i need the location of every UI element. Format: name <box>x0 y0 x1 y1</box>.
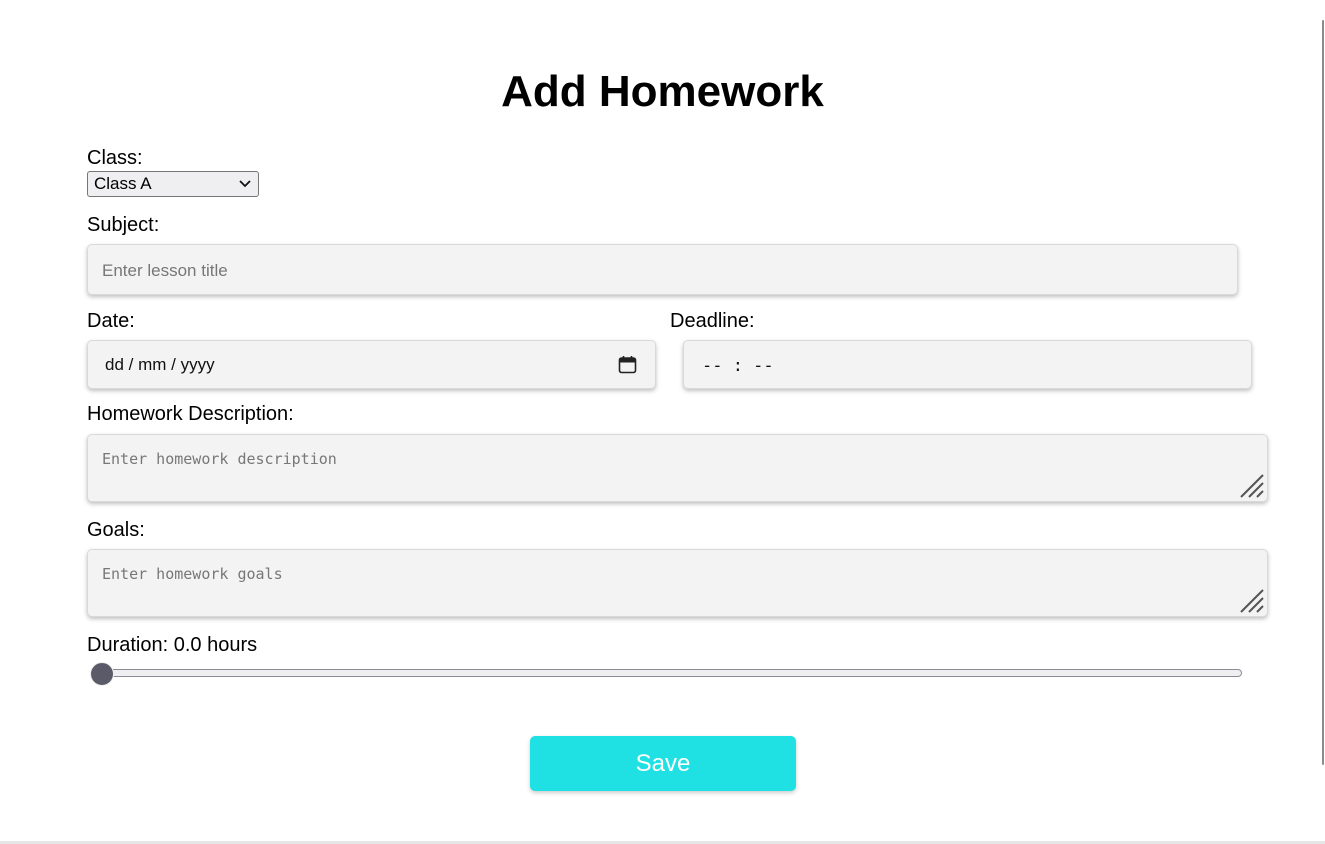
resize-handle-icon[interactable] <box>1236 470 1264 498</box>
description-label: Homework Description: <box>87 403 294 425</box>
add-homework-page: Add Homework Class: Class A Subject: Ent… <box>0 0 1325 844</box>
vertical-scrollbar[interactable] <box>1322 20 1324 765</box>
class-select-value: Class A <box>94 174 152 193</box>
deadline-input[interactable]: -- : -- <box>683 340 1252 389</box>
goals-placeholder: Enter homework goals <box>102 565 283 583</box>
date-input[interactable]: dd / mm / yyyy <box>87 340 656 389</box>
duration-label: Duration: 0.0 hours <box>87 634 258 656</box>
duration-slider-track[interactable] <box>97 669 1242 677</box>
description-textarea[interactable]: Enter homework description <box>87 434 1268 502</box>
save-button[interactable]: Save <box>530 736 796 791</box>
resize-handle-icon[interactable] <box>1236 585 1264 613</box>
page-title: Add Homework <box>501 67 824 116</box>
subject-placeholder: Enter lesson title <box>102 261 228 280</box>
duration-slider-thumb[interactable] <box>90 662 114 686</box>
date-placeholder: dd / mm / yyyy <box>105 355 215 374</box>
class-select[interactable]: Class A <box>87 171 259 197</box>
subject-input[interactable]: Enter lesson title <box>87 244 1238 295</box>
description-placeholder: Enter homework description <box>102 450 337 468</box>
calendar-icon[interactable] <box>618 355 637 374</box>
goals-textarea[interactable]: Enter homework goals <box>87 549 1268 617</box>
goals-label: Goals: <box>87 519 145 541</box>
deadline-label: Deadline: <box>670 310 755 332</box>
subject-label: Subject: <box>87 214 160 236</box>
deadline-placeholder: -- : -- <box>702 356 774 376</box>
class-label: Class: <box>87 147 143 169</box>
date-label: Date: <box>87 310 135 332</box>
chevron-down-icon <box>239 180 251 188</box>
